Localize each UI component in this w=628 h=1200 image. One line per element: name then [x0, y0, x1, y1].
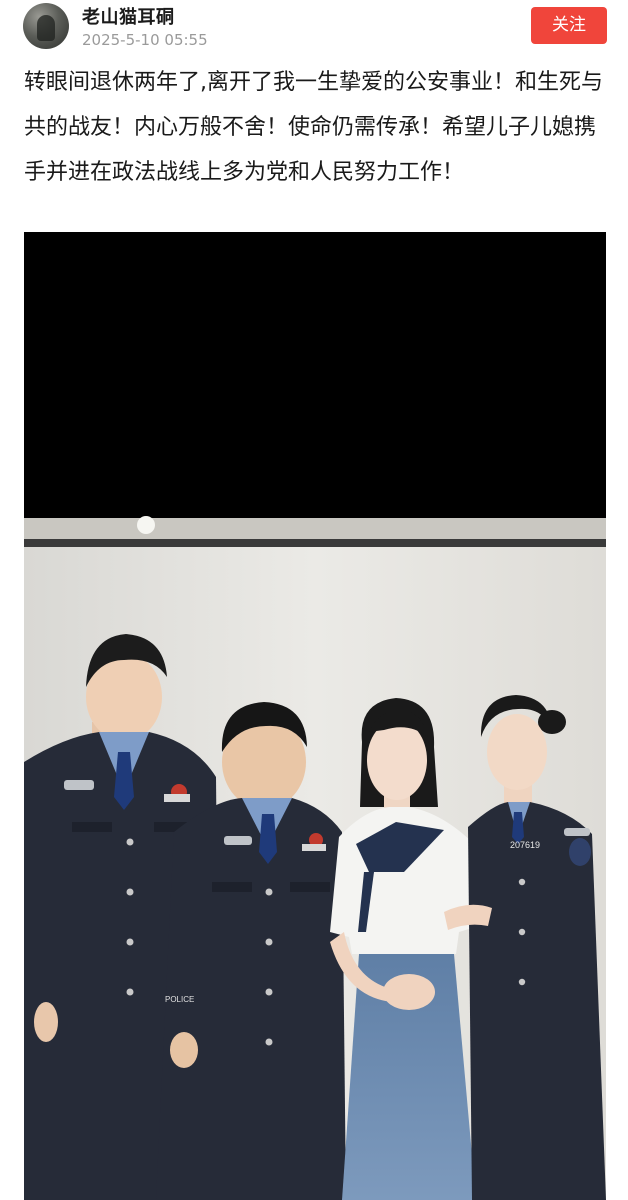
- redacted-black-area: [24, 232, 606, 518]
- post-header: 老山猫耳硐 2025-5-10 05:55 关注: [0, 0, 628, 56]
- post-body-text: 转眼间退休两年了,离开了我一生挚爱的公安事业！和生死与共的战友！内心万般不舍！使…: [24, 70, 603, 185]
- author-avatar[interactable]: [23, 3, 69, 49]
- police-shoulder-patch-icon: [569, 838, 591, 866]
- family-photo-illustration: POLICE 207619: [24, 232, 606, 1200]
- police-number: 207619: [510, 840, 540, 850]
- post-photo[interactable]: POLICE 207619: [24, 232, 606, 1200]
- ceiling-light-icon: [137, 516, 155, 534]
- chest-badge-text: POLICE: [165, 995, 194, 1004]
- author-name[interactable]: 老山猫耳硐: [82, 3, 175, 29]
- post-timestamp: 2025-5-10 05:55: [82, 31, 208, 49]
- follow-button[interactable]: 关注: [531, 7, 607, 44]
